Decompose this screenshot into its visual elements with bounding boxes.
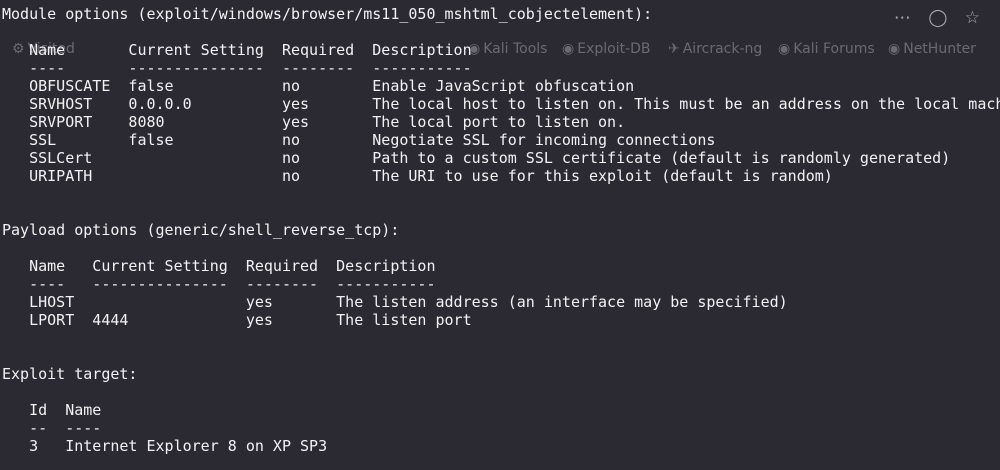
table-row: 3 Internet Explorer 8 on XP SP3 (2, 437, 328, 455)
module-table-separator: ---- --------------- -------- ----------… (2, 59, 472, 77)
terminal-output[interactable]: Module options (exploit/windows/browser/… (0, 0, 1000, 470)
table-row: LPORT 4444 yes The listen port (2, 311, 472, 329)
payload-options-header: Payload options (generic/shell_reverse_t… (2, 221, 400, 239)
target-table-header: Id Name (2, 401, 102, 419)
module-options-header: Module options (exploit/windows/browser/… (2, 5, 653, 23)
target-table-separator: -- ---- (2, 419, 102, 437)
module-table-header: Name Current Setting Required Descriptio… (2, 41, 472, 59)
table-row: URIPATH no The URI to use for this explo… (2, 167, 833, 185)
table-row: SRVPORT 8080 yes The local port to liste… (2, 113, 626, 131)
table-row: SSL false no Negotiate SSL for incoming … (2, 131, 716, 149)
table-row: LHOST yes The listen address (an interfa… (2, 293, 788, 311)
table-row: SSLCert no Path to a custom SSL certific… (2, 149, 951, 167)
table-row: SRVHOST 0.0.0.0 yes The local host to li… (2, 95, 1000, 113)
table-row: OBFUSCATE false no Enable JavaScript obf… (2, 77, 635, 95)
screen: ⋯ ◯ ☆ ⚙ Visited ◉ Kali Tools ◉ Exploit-DB ✈… (0, 0, 1000, 470)
payload-table-header: Name Current Setting Required Descriptio… (2, 257, 436, 275)
payload-table-separator: ---- --------------- -------- ----------… (2, 275, 436, 293)
exploit-target-header: Exploit target: (2, 365, 138, 383)
